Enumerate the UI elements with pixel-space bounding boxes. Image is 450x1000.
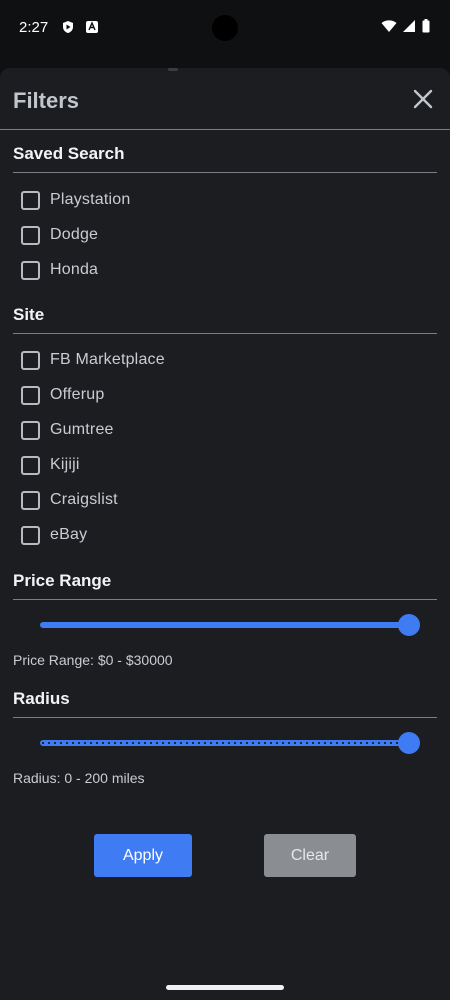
saved-search-item-honda[interactable]: Honda	[21, 259, 98, 281]
radius-divider	[13, 717, 437, 718]
sheet-header: Filters	[0, 68, 450, 129]
camera-cutout	[212, 15, 238, 41]
slider-track	[40, 622, 409, 628]
price-range-value: Price Range: $0 - $30000	[13, 652, 173, 668]
checkbox[interactable]	[21, 420, 40, 440]
checkbox[interactable]	[21, 225, 40, 245]
checkbox[interactable]	[21, 260, 40, 280]
checkbox-label: Offerup	[50, 386, 105, 403]
slider-thumb[interactable]	[398, 614, 420, 636]
saved-search-item-dodge[interactable]: Dodge	[21, 224, 98, 246]
checkbox[interactable]	[21, 525, 40, 545]
checkbox-label: Kijiji	[50, 456, 80, 473]
checkbox-label: Honda	[50, 261, 99, 278]
sheet-title: Filters	[13, 88, 80, 113]
close-icon[interactable]	[412, 88, 434, 110]
saved-search-item-playstation[interactable]: Playstation	[21, 189, 130, 211]
status-time: 2:27	[19, 19, 49, 36]
saved-search-title: Saved Search	[13, 144, 125, 163]
radius-title: Radius	[13, 689, 70, 708]
status-right-icons	[381, 19, 430, 33]
price-range-title: Price Range	[13, 571, 112, 590]
header-divider	[0, 129, 450, 130]
checkbox-label: Craigslist	[50, 491, 118, 508]
filters-sheet: Filters Saved Search Playstation Dodge H…	[0, 68, 450, 1000]
slider-ticks	[40, 742, 410, 744]
site-item-offerup[interactable]: Offerup	[21, 384, 104, 406]
app-notification-icon	[86, 21, 98, 33]
site-divider	[13, 333, 437, 334]
site-item-craigslist[interactable]: Craigslist	[21, 489, 118, 511]
checkbox[interactable]	[21, 455, 40, 475]
checkbox-label: FB Marketplace	[50, 351, 165, 368]
site-item-kijiji[interactable]: Kijiji	[21, 454, 80, 476]
home-indicator[interactable]	[166, 985, 284, 990]
site-item-fb-marketplace[interactable]: FB Marketplace	[21, 349, 165, 371]
clear-button[interactable]: Clear	[264, 834, 356, 877]
status-bar: 2:27	[0, 0, 450, 58]
slider-thumb[interactable]	[398, 732, 420, 754]
checkbox-label: eBay	[50, 526, 88, 543]
checkbox-label: Gumtree	[50, 421, 114, 438]
checkbox[interactable]	[21, 385, 40, 405]
battery-icon	[422, 19, 430, 33]
price-range-slider[interactable]	[40, 614, 420, 636]
site-item-gumtree[interactable]: Gumtree	[21, 419, 114, 441]
price-range-divider	[13, 599, 437, 600]
checkbox[interactable]	[21, 190, 40, 210]
checkbox-label: Playstation	[50, 191, 131, 208]
saved-search-divider	[13, 172, 437, 173]
checkbox[interactable]	[21, 350, 40, 370]
radius-value: Radius: 0 - 200 miles	[13, 770, 145, 786]
site-item-ebay[interactable]: eBay	[21, 524, 87, 546]
signal-icon	[403, 20, 415, 32]
checkbox-label: Dodge	[50, 226, 99, 243]
radius-slider[interactable]	[40, 732, 420, 754]
wifi-icon	[381, 20, 397, 32]
shield-play-icon	[63, 21, 73, 33]
site-title: Site	[13, 305, 45, 324]
apply-button[interactable]: Apply	[94, 834, 192, 877]
checkbox[interactable]	[21, 490, 40, 510]
